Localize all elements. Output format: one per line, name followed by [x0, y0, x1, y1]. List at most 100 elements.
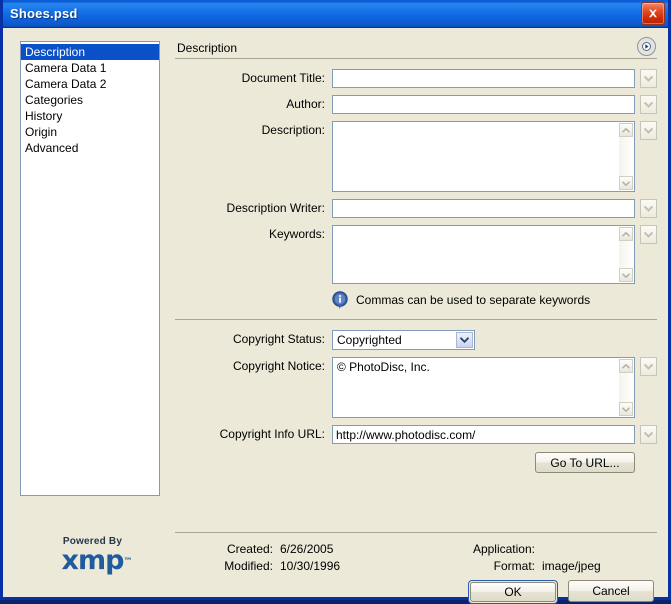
chevron-down-icon	[460, 337, 469, 343]
copyright-info-url-input[interactable]	[332, 425, 635, 444]
copyright-notice-textarea-wrap	[332, 357, 635, 418]
sidebar-item-origin[interactable]: Origin	[21, 124, 159, 140]
xmp-trademark-mark: ™	[123, 557, 132, 567]
field-document-title	[332, 69, 635, 88]
select-arrow[interactable]	[456, 332, 473, 348]
metadata-dialog-window: Shoes.psd Description Camera Data 1 Came…	[0, 0, 671, 604]
chevron-up-icon	[622, 127, 630, 133]
file-metadata-footer: Created: 6/26/2005 Modified: 10/30/1996 …	[175, 532, 657, 575]
field-keywords	[332, 225, 635, 284]
label-author: Author:	[286, 97, 325, 111]
description-textarea-wrap	[332, 121, 635, 192]
chevron-down-icon	[644, 231, 653, 238]
author-history-button[interactable]	[640, 95, 657, 114]
xmp-wordmark-text: xmp	[61, 545, 125, 576]
metadata-modified: Modified: 10/30/1996	[175, 558, 420, 575]
format-value: image/jpeg	[542, 559, 601, 573]
sidebar-item-history[interactable]: History	[21, 108, 159, 124]
panel-divider-bottom	[175, 532, 657, 533]
created-value: 6/26/2005	[280, 542, 334, 556]
description-writer-input[interactable]	[332, 199, 635, 218]
scroll-down-button[interactable]	[619, 268, 633, 282]
window-title: Shoes.psd	[10, 6, 78, 21]
row-copyright-status: Copyright Status: Copyrighted	[175, 330, 657, 350]
chevron-down-icon	[644, 431, 653, 438]
chevron-up-icon	[622, 231, 630, 237]
flyout-menu-icon	[642, 42, 651, 51]
xmp-wordmark: xmp ™	[61, 545, 133, 576]
document-title-input[interactable]	[332, 69, 635, 88]
chevron-down-icon	[644, 75, 653, 82]
metadata-created: Created: 6/26/2005	[175, 541, 420, 558]
keywords-hint: Commas can be used to separate keywords	[332, 291, 657, 309]
document-title-history-button[interactable]	[640, 69, 657, 88]
copyright-status-value: Copyrighted	[337, 333, 402, 347]
scroll-down-button[interactable]	[619, 402, 633, 416]
copyright-info-url-history-button[interactable]	[640, 425, 657, 444]
description-textarea[interactable]	[333, 122, 634, 189]
copyright-notice-history-button[interactable]	[640, 357, 657, 376]
sidebar-item-description[interactable]: Description	[21, 44, 159, 60]
label-description-writer: Description Writer:	[226, 201, 325, 215]
dialog-body: Description Camera Data 1 Camera Data 2 …	[3, 28, 668, 604]
field-author	[332, 95, 635, 114]
close-icon	[649, 9, 657, 18]
keywords-history-button[interactable]	[640, 225, 657, 244]
author-input[interactable]	[332, 95, 635, 114]
copyright-notice-textarea[interactable]	[333, 358, 634, 415]
sidebar-item-camera-data-1[interactable]: Camera Data 1	[21, 60, 159, 76]
row-document-title: Document Title:	[175, 69, 657, 88]
ok-button-focus-ring: OK	[468, 580, 558, 604]
scroll-up-button[interactable]	[619, 123, 633, 137]
chevron-down-icon	[644, 205, 653, 212]
info-icon	[332, 291, 348, 309]
panel-divider-top	[175, 58, 657, 59]
panel-flyout-menu-button[interactable]	[637, 37, 656, 56]
description-history-button[interactable]	[640, 121, 657, 140]
label-keywords: Keywords:	[268, 227, 325, 241]
label-copyright-status: Copyright Status:	[232, 332, 325, 346]
description-writer-history-button[interactable]	[640, 199, 657, 218]
label-document-title: Document Title:	[241, 71, 325, 85]
row-keywords: Keywords:	[175, 225, 657, 284]
format-label: Format:	[493, 559, 535, 573]
row-author: Author:	[175, 95, 657, 114]
keywords-scrollbar[interactable]	[619, 227, 633, 282]
label-copyright-info-url: Copyright Info URL:	[219, 427, 325, 441]
application-label: Application:	[472, 542, 535, 556]
sidebar-item-camera-data-2[interactable]: Camera Data 2	[21, 76, 159, 92]
label-description: Description:	[261, 123, 325, 137]
keywords-textarea-wrap	[332, 225, 635, 284]
ok-button[interactable]: OK	[470, 582, 556, 602]
metadata-column-right: Application: Format: image/jpeg	[420, 541, 601, 575]
category-listbox[interactable]: Description Camera Data 1 Camera Data 2 …	[20, 41, 160, 496]
panel-title: Description	[177, 41, 238, 55]
scroll-up-button[interactable]	[619, 359, 633, 373]
go-to-url-row: Go To URL...	[175, 452, 657, 473]
copyright-status-select[interactable]: Copyrighted	[332, 330, 475, 350]
chevron-down-icon	[622, 180, 630, 186]
metadata-grid: Created: 6/26/2005 Modified: 10/30/1996 …	[175, 541, 657, 575]
scroll-up-button[interactable]	[619, 227, 633, 241]
created-label: Created:	[226, 542, 273, 556]
label-copyright-notice: Copyright Notice:	[232, 359, 325, 373]
chevron-down-icon	[622, 272, 630, 278]
sidebar-item-advanced[interactable]: Advanced	[21, 140, 159, 156]
keywords-textarea[interactable]	[333, 226, 634, 281]
field-copyright-notice	[332, 357, 635, 418]
cancel-button[interactable]: Cancel	[568, 580, 654, 602]
row-description: Description:	[175, 121, 657, 192]
chevron-down-icon	[644, 127, 653, 134]
description-scrollbar[interactable]	[619, 123, 633, 190]
copyright-notice-scrollbar[interactable]	[619, 359, 633, 416]
sidebar-item-categories[interactable]: Categories	[21, 92, 159, 108]
chevron-down-icon	[622, 406, 630, 412]
go-to-url-button[interactable]: Go To URL...	[535, 452, 635, 473]
scroll-down-button[interactable]	[619, 176, 633, 190]
xmp-logo: Powered By xmp ™	[40, 536, 145, 574]
row-description-writer: Description Writer:	[175, 199, 657, 218]
field-copyright-status: Copyrighted	[332, 330, 657, 350]
close-button[interactable]	[641, 2, 665, 25]
modified-value: 10/30/1996	[280, 559, 341, 573]
application-value	[542, 541, 601, 558]
